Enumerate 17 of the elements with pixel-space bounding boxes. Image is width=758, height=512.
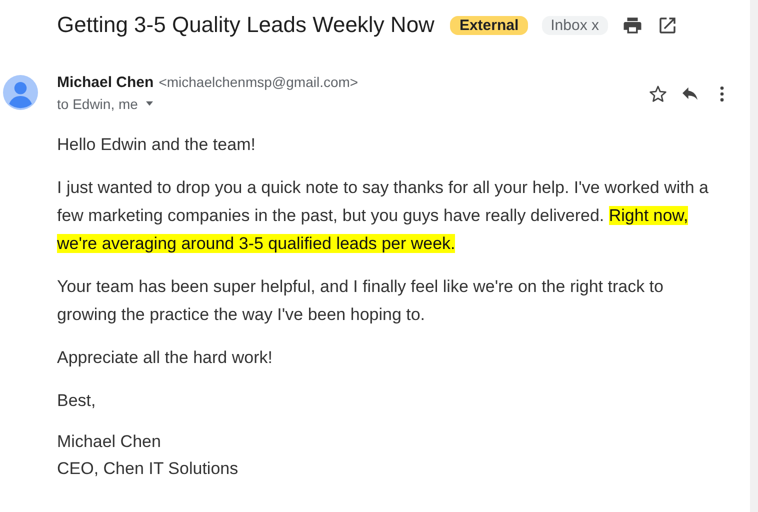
body-paragraph: Appreciate all the hard work!: [57, 347, 274, 369]
signature-line: Michael Chen: [57, 431, 162, 453]
print-icon[interactable]: [622, 14, 644, 36]
recipients: to Edwin, me: [57, 95, 138, 114]
sender-name: Michael Chen: [57, 74, 154, 91]
sender-email: <michaelchenmsp@gmail.com>: [158, 74, 358, 90]
body-paragraph: Best,: [57, 390, 97, 412]
external-label: External: [450, 16, 528, 34]
signature-line: CEO, Chen IT Solutions: [57, 458, 240, 480]
folder-label[interactable]: Inbox x: [542, 16, 608, 34]
star-icon[interactable]: [648, 84, 668, 104]
caret-icon[interactable]: [146, 101, 153, 107]
open-in-new-window-icon[interactable]: [657, 14, 678, 36]
body-paragraph: Hello Edwin and the team!: [57, 134, 256, 156]
email-subject: Getting 3-5 Quality Leads Weekly Now: [57, 12, 434, 38]
avatar-icon: [3, 75, 38, 110]
body-paragraph: Your team has been super helpful, and I finally feel like we're on the right track to growing the practice the way I've been hoping to.: [57, 276, 664, 326]
